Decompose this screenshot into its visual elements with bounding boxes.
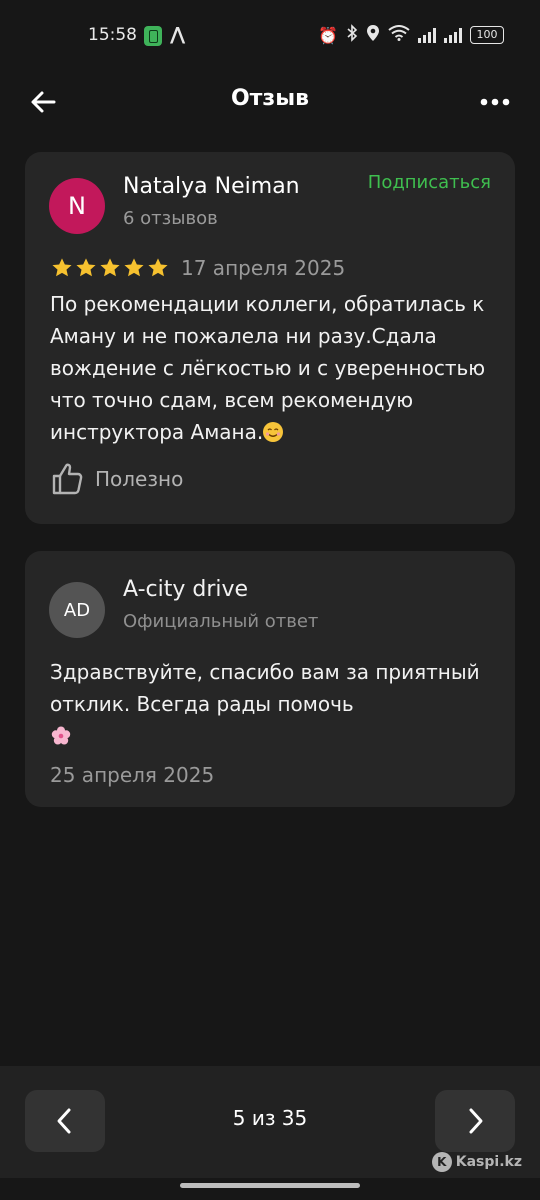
smiling-face-emoji-icon [263,422,284,442]
star-icon [76,258,96,277]
watermark-text: Kaspi.kz [455,1154,522,1170]
status-time: 15:58 [88,25,137,45]
rating-row: 17 апреля 2025 [51,256,345,280]
avatar[interactable]: N [49,178,105,234]
chevron-right-icon [469,1108,483,1134]
subscribe-button[interactable]: Подписаться [368,172,491,193]
review-card: N Natalya Neiman 6 отзывов Подписаться 1… [25,152,515,524]
status-bar: 15:58 ⋀ ⏰ 100 [0,0,540,72]
reply-text-block: Здравствуйте, спасибо вам за приятный от… [50,656,500,752]
reply-subtitle: Официальный ответ [123,611,319,632]
location-icon [366,24,380,46]
battery-icon: 100 [470,26,504,44]
more-options-button[interactable] [480,86,510,118]
star-icon [100,258,120,277]
review-author-name[interactable]: Natalya Neiman [123,174,300,199]
star-icon [148,258,168,277]
review-text-block: По рекомендации коллеги, обратилась к Ам… [50,288,500,448]
reply-card: AD A-city drive Официальный ответ Здравс… [25,551,515,807]
bluetooth-icon [346,24,358,46]
reply-author-name: A-city drive [123,577,249,602]
review-date: 17 апреля 2025 [181,256,346,280]
next-review-button[interactable] [435,1090,515,1152]
notification-a-icon: ⋀ [170,24,186,45]
status-icons: ⏰ 100 [318,24,504,46]
signal-icon-2 [444,27,462,43]
star-icon [124,258,144,277]
kaspi-watermark: K Kaspi.kz [431,1152,522,1172]
thumbs-up-icon [52,463,83,495]
cherry-blossom-emoji-icon [51,726,71,745]
helpful-button[interactable]: Полезно [51,462,183,496]
app-header: Отзыв [0,72,540,132]
kaspi-logo-icon: K [431,1152,452,1172]
reply-text: Здравствуйте, спасибо вам за приятный от… [50,660,480,716]
page-title: Отзыв [230,86,310,111]
helpful-label: Полезно [95,467,184,491]
home-indicator[interactable] [180,1183,360,1188]
more-horizontal-icon [480,98,510,106]
review-author-count: 6 отзывов [123,208,218,229]
reply-avatar: AD [49,582,105,638]
notification-app-icon [144,26,162,46]
star-icon [52,258,72,277]
signal-icon-1 [418,27,436,43]
reply-date: 25 апреля 2025 [50,763,215,787]
alarm-icon: ⏰ [318,25,338,45]
wifi-icon [388,25,410,45]
